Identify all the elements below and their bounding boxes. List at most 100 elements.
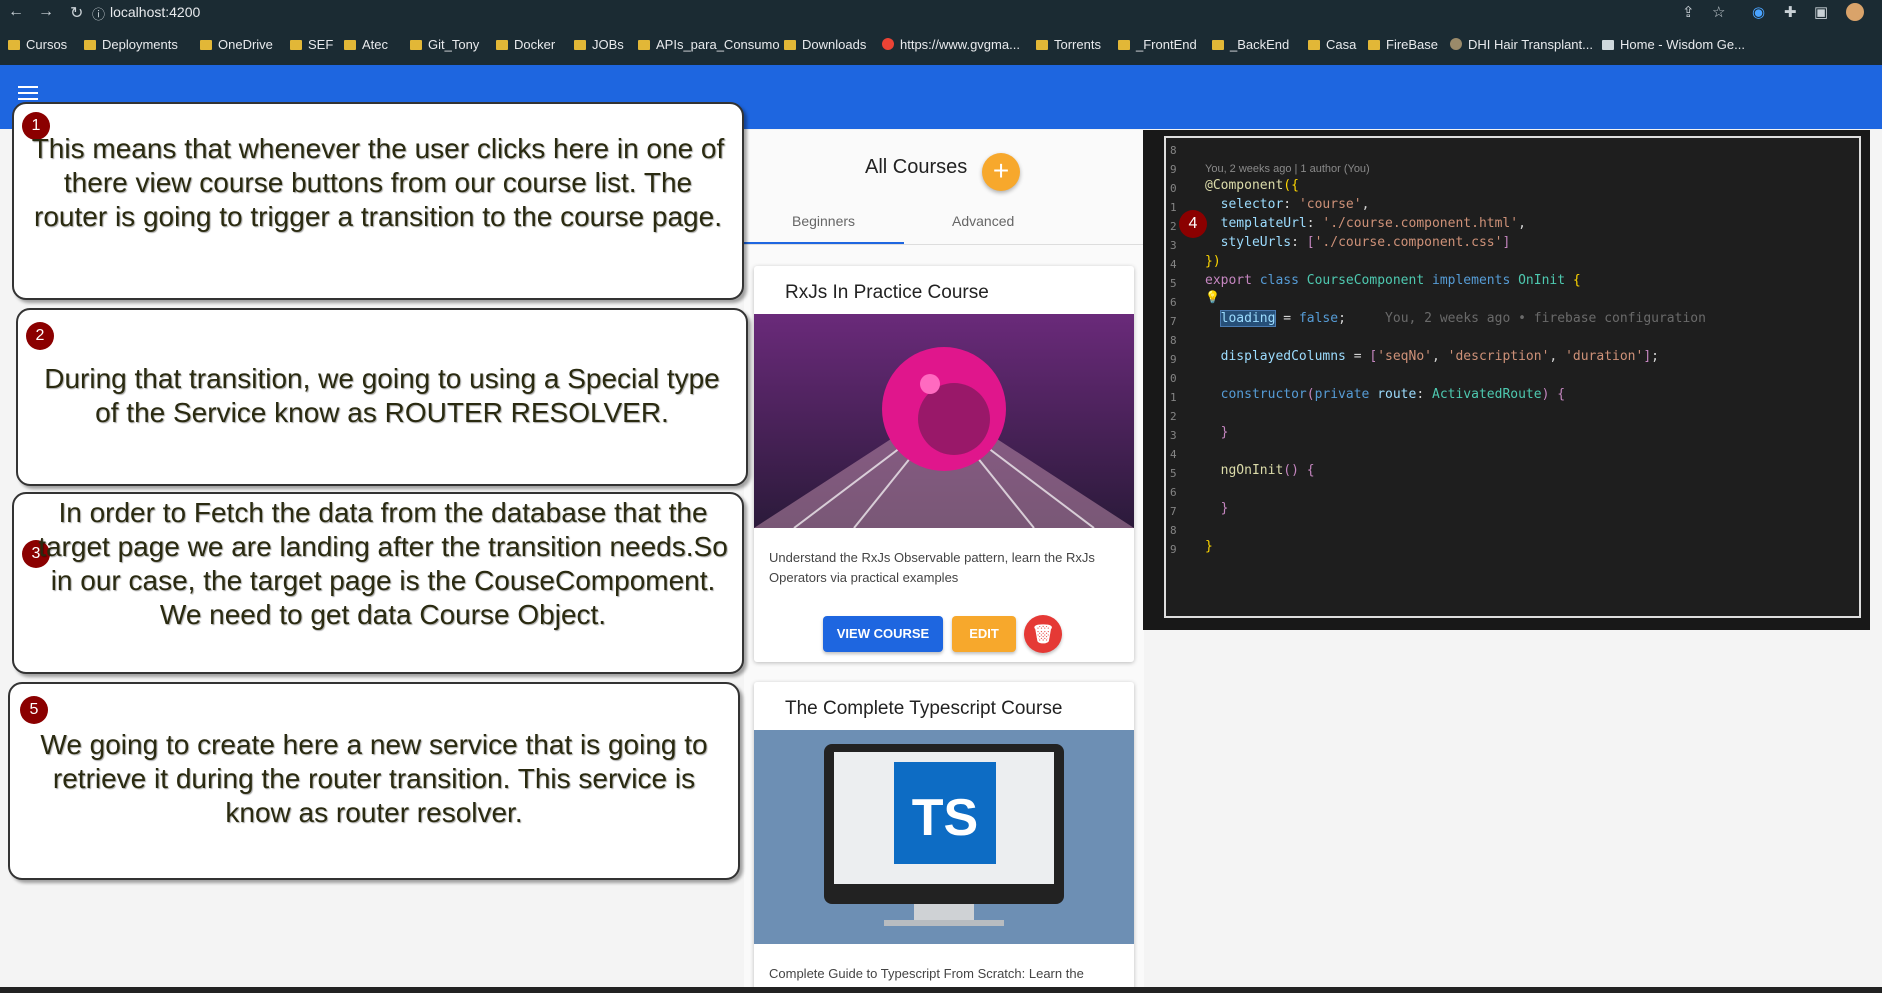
reload-icon[interactable]: ↻ — [70, 3, 83, 23]
site-icon — [1450, 38, 1462, 50]
line-number: 3 — [1170, 429, 1177, 442]
code-line: } — [1220, 425, 1229, 440]
line-number: 8 — [1170, 334, 1177, 347]
menu-icon[interactable] — [18, 86, 38, 100]
folder-icon — [84, 40, 96, 50]
tab-active-indicator — [744, 242, 904, 244]
course-card: RxJs In Practice Course Understand the R… — [754, 266, 1134, 662]
forward-icon[interactable]: → — [38, 3, 54, 21]
rxjs-image — [754, 314, 1134, 529]
bookmark-git-tony[interactable]: Git_Tony — [410, 37, 479, 52]
info-icon[interactable]: ⓘ — [92, 4, 105, 23]
browser-toolbar: ← → ↻ ⓘ localhost:4200 ⇪ ☆ ◉ ✚ ▣ — [0, 0, 1882, 25]
lightbulb-icon[interactable]: 💡 — [1205, 290, 1220, 304]
bookmark-onedrive[interactable]: OneDrive — [200, 37, 273, 52]
code-line: } — [1205, 539, 1213, 554]
bookmarks-bar: Cursos Deployments OneDrive SEF Atec Git… — [0, 25, 1882, 65]
bookmark-wisdom[interactable]: Home - Wisdom Ge... — [1602, 37, 1745, 52]
line-number: 8 — [1170, 524, 1177, 537]
callout-1: 1 This means that whenever the user clic… — [12, 102, 744, 300]
bookmark-jobs[interactable]: JOBs — [574, 37, 624, 52]
folder-icon — [8, 40, 20, 50]
line-number: 5 — [1170, 277, 1177, 290]
page-title: All Courses — [865, 156, 968, 178]
line-number: 4 — [1170, 448, 1177, 461]
inline-blame: You, 2 weeks ago • firebase configuratio… — [1385, 311, 1706, 326]
folder-icon — [344, 40, 356, 50]
bookmark-apis[interactable]: APIs_para_Consumo — [638, 37, 780, 52]
bookmark-torrents[interactable]: Torrents — [1036, 37, 1101, 52]
bookmark-dhi[interactable]: DHI Hair Transplant... — [1450, 37, 1593, 52]
page-icon — [1602, 40, 1614, 50]
code-line: loading = false; You, 2 weeks ago • fire… — [1219, 310, 1706, 327]
bookmark-backend[interactable]: _BackEnd — [1212, 37, 1289, 52]
trash-icon: 🗑 — [1031, 624, 1055, 644]
git-blame-header: You, 2 weeks ago | 1 author (You) — [1205, 163, 1370, 175]
code-line: constructor(private route: ActivatedRout… — [1220, 387, 1566, 402]
code-line: styleUrls: ['./course.component.css'] — [1220, 235, 1511, 250]
course-description: Understand the RxJs Observable pattern, … — [769, 550, 1095, 585]
code-line: selector: 'course', — [1220, 197, 1370, 212]
code-line: }) — [1205, 254, 1221, 269]
bookmark-casa[interactable]: Casa — [1308, 37, 1356, 52]
bookmark-deployments[interactable]: Deployments — [84, 37, 178, 52]
course-title: The Complete Typescript Course — [785, 698, 1063, 719]
tab-advanced[interactable]: Advanced — [952, 213, 1014, 229]
folder-icon — [496, 40, 508, 50]
star-icon[interactable]: ☆ — [1712, 3, 1725, 21]
callout-text: During that transition, we going to usin… — [44, 363, 720, 428]
code-line: templateUrl: './course.component.html', — [1220, 216, 1526, 231]
share-icon[interactable]: ⇪ — [1682, 3, 1695, 21]
bookmark-cursos[interactable]: Cursos — [8, 37, 67, 52]
line-number: 1 — [1170, 201, 1177, 214]
line-number: 9 — [1170, 163, 1177, 176]
folder-icon — [784, 40, 796, 50]
callout-3: 3 In order to Fetch the data from the da… — [12, 492, 744, 674]
folder-icon — [1036, 40, 1048, 50]
add-course-button[interactable]: + — [982, 153, 1020, 191]
line-number: 2 — [1170, 410, 1177, 423]
ts-logo-text: TS — [911, 789, 979, 847]
callout-text: This means that whenever the user clicks… — [31, 133, 725, 232]
tab-beginners[interactable]: Beginners — [792, 213, 855, 229]
folder-icon — [1118, 40, 1130, 50]
line-number: 0 — [1170, 182, 1177, 195]
callout-2: 2 During that transition, we going to us… — [16, 308, 748, 486]
bookmark-frontend[interactable]: _FrontEnd — [1118, 37, 1197, 52]
bookmark-downloads[interactable]: Downloads — [784, 37, 866, 52]
delete-course-button[interactable]: 🗑 — [1024, 615, 1062, 653]
line-number: 7 — [1170, 315, 1177, 328]
bookmark-gvgma[interactable]: https://www.gvgma... — [882, 37, 1020, 52]
callout-text: In order to Fetch the data from the data… — [38, 497, 728, 630]
folder-icon — [410, 40, 422, 50]
code-line: @Component({ — [1205, 178, 1299, 193]
folder-icon — [200, 40, 212, 50]
course-image: TS — [754, 730, 1134, 944]
back-icon[interactable]: ← — [8, 3, 24, 21]
course-image — [754, 314, 1134, 529]
bookmark-firebase[interactable]: FireBase — [1368, 37, 1438, 52]
address-bar[interactable]: localhost:4200 — [110, 4, 200, 20]
folder-icon — [574, 40, 586, 50]
sidepanel-icon[interactable]: ▣ — [1814, 3, 1828, 21]
folder-icon — [638, 40, 650, 50]
callout-5: 5 We going to create here a new service … — [8, 682, 740, 880]
avatar[interactable] — [1846, 3, 1864, 21]
bookmark-docker[interactable]: Docker — [496, 37, 555, 52]
line-number: 6 — [1170, 486, 1177, 499]
line-number: 8 — [1170, 144, 1177, 157]
line-number: 2 — [1170, 220, 1177, 233]
edit-course-button[interactable]: EDIT — [952, 616, 1016, 652]
extension-icon[interactable]: ◉ — [1752, 3, 1765, 21]
bookmark-sef[interactable]: SEF — [290, 37, 333, 52]
line-number: 1 — [1170, 391, 1177, 404]
line-number: 5 — [1170, 467, 1177, 480]
folder-icon — [1212, 40, 1224, 50]
bookmark-atec[interactable]: Atec — [344, 37, 388, 52]
folder-icon — [1368, 40, 1380, 50]
code-line: } — [1220, 501, 1229, 516]
view-course-button[interactable]: VIEW COURSE — [823, 616, 943, 652]
taskbar-edge — [0, 987, 1882, 993]
line-number: 0 — [1170, 372, 1177, 385]
puzzle-icon[interactable]: ✚ — [1784, 3, 1797, 21]
